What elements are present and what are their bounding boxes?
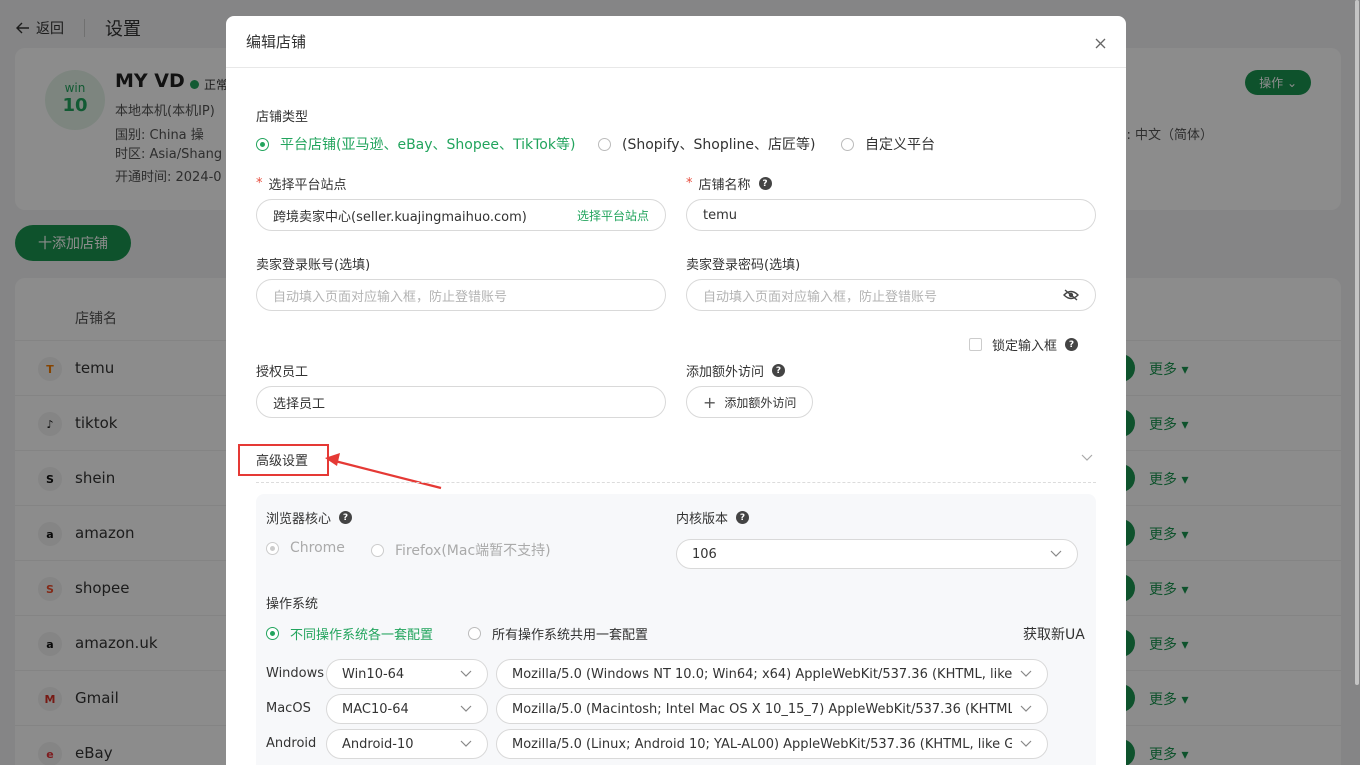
browser-core-label-text: 浏览器核心: [266, 512, 332, 527]
chevron-down-icon: [460, 740, 472, 747]
add-extra-access-button[interactable]: + 添加额外访问: [686, 386, 814, 418]
kernel-version-value: 106: [692, 546, 717, 562]
add-extra-access-label: 添加额外访问: [724, 395, 797, 410]
store-type-platform-label: 平台店铺(亚马逊、eBay、Shopee、TikTok等): [280, 137, 576, 153]
os-mode-shared-radio[interactable]: 所有操作系统共用一套配置: [468, 624, 648, 643]
plus-icon: +: [703, 392, 717, 412]
divider: [256, 482, 1096, 483]
store-type-custom-label: 自定义平台: [865, 137, 935, 153]
site-input[interactable]: 跨境卖家中心(seller.kuajingmaihuo.com) 选择平台站点: [256, 199, 666, 231]
get-new-ua-link[interactable]: 获取新UA: [1023, 624, 1085, 644]
os-mode-separate-radio[interactable]: 不同操作系统各一套配置: [266, 624, 433, 643]
chevron-down-icon: [1050, 550, 1062, 557]
store-name-input[interactable]: temu: [686, 199, 1096, 231]
radio-icon: [841, 137, 854, 151]
account-placeholder: 自动填入页面对应输入框，防止登错账号: [273, 289, 508, 305]
user-agent-select[interactable]: Mozilla/5.0 (Linux; Android 10; YAL-AL00…: [496, 729, 1048, 759]
checkbox-icon: [969, 338, 982, 351]
user-agent-select[interactable]: Mozilla/5.0 (Macintosh; Intel Mac OS X 1…: [496, 694, 1048, 724]
browser-firefox-label: Firefox(Mac端暂不支持): [395, 543, 551, 559]
os-version-select[interactable]: Win10-64: [326, 659, 488, 689]
radio-checked-icon: [266, 627, 279, 640]
password-input[interactable]: 自动填入页面对应输入框，防止登错账号: [686, 279, 1096, 311]
dialog-header: 编辑店铺: [226, 16, 1126, 68]
kernel-version-label-text: 内核版本: [676, 512, 729, 527]
help-icon[interactable]: ?: [758, 177, 772, 190]
site-label: * 选择平台站点: [256, 176, 347, 193]
chevron-down-icon: [460, 705, 472, 712]
os-version-value: Win10-64: [342, 666, 405, 682]
os-name: MacOS: [266, 701, 311, 716]
staff-select[interactable]: 选择员工: [256, 386, 666, 418]
store-type-custom-radio[interactable]: 自定义平台: [841, 134, 935, 154]
eye-off-icon[interactable]: [1063, 289, 1079, 301]
help-icon[interactable]: ?: [1065, 338, 1079, 351]
chevron-down-icon: [460, 670, 472, 677]
store-type-platform-radio[interactable]: 平台店铺(亚马逊、eBay、Shopee、TikTok等): [256, 134, 575, 154]
os-mode-separate-label: 不同操作系统各一套配置: [290, 628, 434, 643]
os-version-value: Android-10: [342, 736, 414, 752]
store-name-label-text: 店铺名称: [698, 178, 751, 193]
user-agent-value: Mozilla/5.0 (Linux; Android 10; YAL-AL00…: [512, 736, 1012, 752]
kernel-version-select[interactable]: 106: [676, 539, 1078, 569]
scrollbar[interactable]: [1354, 0, 1360, 765]
radio-icon: [468, 627, 481, 640]
browser-firefox-radio[interactable]: Firefox(Mac端暂不支持): [371, 540, 551, 560]
staff-placeholder: 选择员工: [273, 396, 326, 412]
annotation-highlight-box: [238, 444, 329, 476]
site-label-text: 选择平台站点: [268, 178, 347, 193]
radio-checked-icon: [256, 137, 269, 151]
kernel-version-label: 内核版本?: [676, 508, 750, 527]
password-label: 卖家登录密码(选填): [686, 258, 801, 273]
site-value: 跨境卖家中心(seller.kuajingmaihuo.com): [273, 209, 527, 225]
store-name-label: * 店铺名称?: [686, 174, 772, 193]
user-agent-value: Mozilla/5.0 (Windows NT 10.0; Win64; x64…: [512, 666, 1012, 682]
browser-chrome-radio[interactable]: Chrome: [266, 540, 345, 556]
chevron-down-icon[interactable]: [1081, 454, 1093, 462]
user-agent-select[interactable]: Mozilla/5.0 (Windows NT 10.0; Win64; x64…: [496, 659, 1048, 689]
radio-icon: [371, 543, 384, 557]
scrollbar-thumb[interactable]: [1355, 0, 1359, 685]
select-site-link[interactable]: 选择平台站点: [577, 207, 649, 224]
edit-store-dialog: 编辑店铺 店铺类型 平台店铺(亚马逊、eBay、Shopee、TikTok等) …: [226, 16, 1126, 765]
chevron-down-icon: [1020, 740, 1032, 747]
annotation-arrow-icon: [325, 453, 442, 490]
password-placeholder: 自动填入页面对应输入框，防止登错账号: [703, 289, 938, 305]
close-icon[interactable]: [1095, 38, 1106, 49]
advanced-settings-panel: 浏览器核心? Chrome Firefox(Mac端暂不支持) 内核版本? 10…: [256, 494, 1096, 765]
help-icon[interactable]: ?: [339, 511, 353, 524]
os-version-select[interactable]: Android-10: [326, 729, 488, 759]
lock-input-label: 锁定输入框: [992, 339, 1058, 354]
chevron-down-icon: [1020, 705, 1032, 712]
os-name: Android: [266, 736, 317, 751]
store-type-independent-radio[interactable]: (Shopify、Shopline、店匠等): [598, 134, 815, 154]
account-input[interactable]: 自动填入页面对应输入框，防止登错账号: [256, 279, 666, 311]
help-icon[interactable]: ?: [772, 364, 786, 377]
store-type-label: 店铺类型: [256, 110, 309, 125]
store-type-independent-label: (Shopify、Shopline、店匠等): [622, 137, 816, 153]
os-version-value: MAC10-64: [342, 701, 409, 717]
user-agent-value: Mozilla/5.0 (Macintosh; Intel Mac OS X 1…: [512, 701, 1012, 717]
os-mode-shared-label: 所有操作系统共用一套配置: [492, 628, 649, 643]
browser-core-label: 浏览器核心?: [266, 508, 353, 527]
chevron-down-icon: [1020, 670, 1032, 677]
os-label: 操作系统: [266, 597, 319, 612]
os-version-select[interactable]: MAC10-64: [326, 694, 488, 724]
radio-checked-icon: [266, 541, 279, 555]
extra-access-label-text: 添加额外访问: [686, 365, 765, 380]
dialog-title: 编辑店铺: [246, 33, 307, 51]
help-icon[interactable]: ?: [736, 511, 750, 524]
store-name-value: temu: [703, 207, 737, 223]
os-name: Windows: [266, 666, 325, 681]
extra-access-label: 添加额外访问?: [686, 361, 786, 380]
lock-input-checkbox[interactable]: 锁定输入框?: [969, 335, 1079, 354]
account-label: 卖家登录账号(选填): [256, 258, 371, 273]
radio-icon: [598, 137, 611, 151]
browser-chrome-label: Chrome: [290, 540, 345, 556]
staff-label: 授权员工: [256, 365, 309, 380]
